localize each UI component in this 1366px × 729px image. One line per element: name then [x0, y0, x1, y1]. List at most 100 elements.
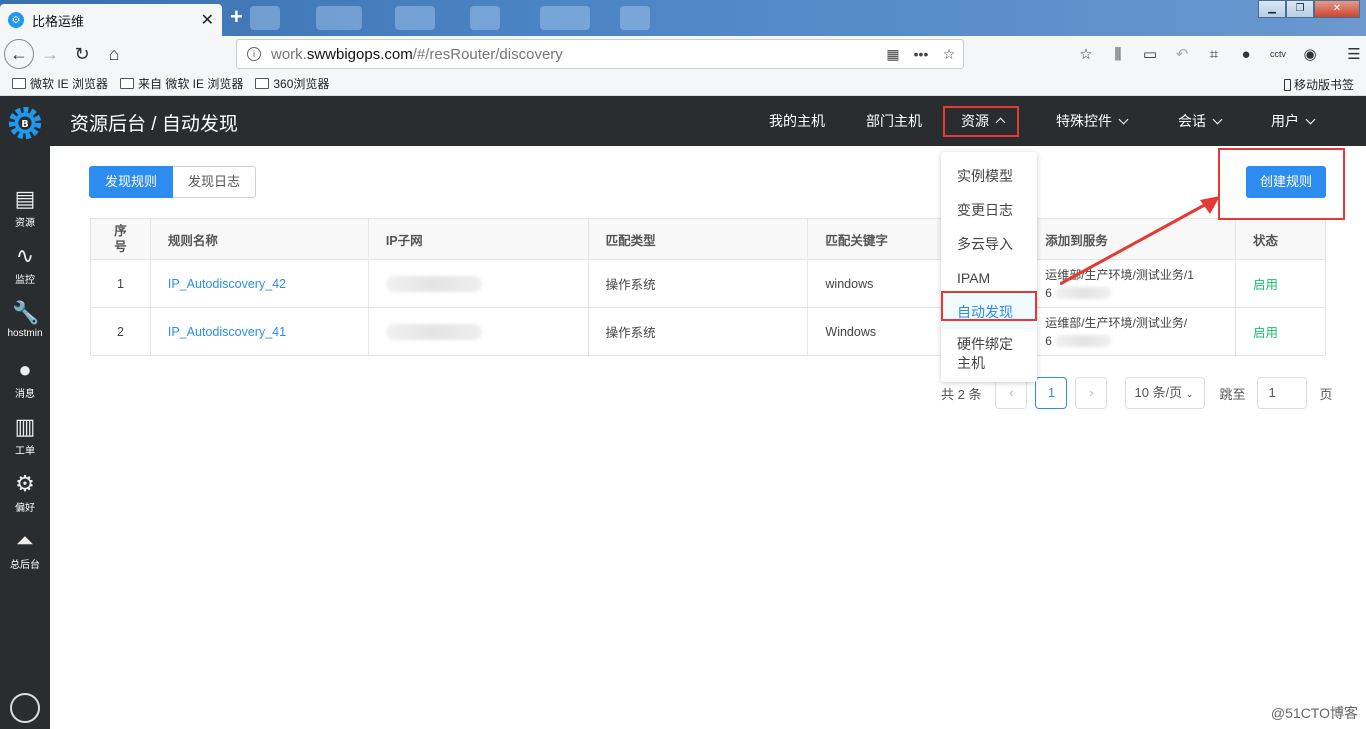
account-icon[interactable]: ◉: [1294, 45, 1326, 63]
cell-ip-subnet: [367, 307, 589, 356]
folder-icon: [255, 78, 270, 89]
tab-title: 比格运维: [32, 13, 85, 29]
next-page-button[interactable]: ›: [1075, 377, 1108, 409]
address-bar[interactable]: i work.swwbigops.com/#/resRouter/discove…: [236, 39, 964, 69]
rule-name-link[interactable]: IP_Autodiscovery_42: [168, 277, 286, 291]
gear-icon: ⚙: [8, 12, 24, 28]
forward-arrow-icon[interactable]: →: [34, 39, 66, 69]
cell-ip-subnet: [367, 259, 589, 308]
background-blur: [316, 6, 362, 30]
document-icon: ▤: [14, 186, 36, 211]
chat-icon[interactable]: ●: [1230, 46, 1262, 63]
page-size-select[interactable]: 10 条/页 ⌄: [1125, 377, 1206, 409]
app-header: 资源后台 / 自动发现 我的主机 部门主机 资源 特殊控件 会话 用户: [50, 96, 1366, 146]
new-tab-button[interactable]: +: [230, 6, 243, 28]
cell-rule-name: IP_Autodiscovery_42: [149, 259, 369, 308]
maximize-icon[interactable]: ❐: [1286, 0, 1314, 18]
bookmark-item[interactable]: 来自 微软 IE 浏览器: [120, 75, 243, 92]
sidebar-item-resources[interactable]: ▤ 资源: [0, 186, 50, 229]
chevron-down-icon: [1118, 114, 1129, 124]
close-window-icon[interactable]: ✕: [1314, 0, 1360, 18]
menu-item-change-log[interactable]: 变更日志: [941, 193, 1037, 227]
close-tab-icon[interactable]: ✕: [201, 10, 214, 30]
tab-discovery-log[interactable]: 发现日志: [173, 166, 257, 198]
nav-users[interactable]: 用户: [1271, 96, 1316, 146]
nav-sessions[interactable]: 会话: [1178, 96, 1223, 146]
menu-item-ipam[interactable]: IPAM: [941, 261, 1037, 295]
mobile-bookmarks[interactable]: 移动版书签: [1283, 76, 1354, 93]
sidebar-item-preferences[interactable]: ⚙ 偏好: [0, 471, 50, 514]
page-number-button[interactable]: 1: [1035, 377, 1068, 409]
total-count: 共 2 条: [941, 386, 982, 402]
star-icon[interactable]: ☆: [935, 46, 963, 63]
rule-name-link[interactable]: IP_Autodiscovery_41: [168, 325, 286, 339]
browser-tab-strip: ⚙ 比格运维 ✕ + ▁ ❐ ✕: [0, 0, 1366, 36]
background-blur: [470, 6, 500, 30]
reload-icon[interactable]: ↻: [66, 39, 98, 69]
tab-switcher: 发现规则 发现日志: [89, 166, 257, 198]
url-text[interactable]: work.swwbigops.com/#/resRouter/discovery: [271, 46, 879, 63]
page-unit-label: 页: [1319, 386, 1333, 402]
browser-right-tools: ☆ ⫼ ▭ ↶ ⌗ ● cctv ◉ ☰: [1070, 36, 1366, 72]
qr-code-icon[interactable]: ▦: [879, 46, 907, 63]
logo-gear-icon[interactable]: B: [6, 104, 44, 142]
more-dots-icon[interactable]: •••: [907, 46, 935, 62]
bookmark-item[interactable]: 微软 IE 浏览器: [12, 75, 108, 92]
nav-special-controls[interactable]: 特殊控件: [1056, 96, 1129, 146]
cell-status: 启用: [1235, 259, 1326, 308]
background-blur: [250, 6, 280, 30]
cell-service: 运维部/生产环境/测试业务/6: [1027, 307, 1237, 356]
info-icon[interactable]: i: [247, 47, 261, 61]
menu-item-instance-model[interactable]: 实例模型: [941, 159, 1037, 193]
jump-page-input[interactable]: 1: [1257, 377, 1308, 409]
sidebar-item-messages[interactable]: ● 消息: [0, 357, 50, 400]
browser-tab[interactable]: ⚙ 比格运维 ✕: [0, 4, 222, 36]
menu-item-hardware-binding[interactable]: 硬件绑定 主机: [941, 329, 1037, 377]
menu-item-multicloud-import[interactable]: 多云导入: [941, 227, 1037, 261]
column-header: 状态: [1235, 218, 1326, 260]
library-icon[interactable]: ⫼: [1102, 46, 1134, 63]
folder-icon: [12, 78, 26, 89]
cell-match-type: 操作系统: [587, 259, 809, 308]
bookmarks-bar: 微软 IE 浏览器 来自 微软 IE 浏览器 360浏览器 移动版书签: [0, 72, 1366, 96]
bookmark-item[interactable]: 360浏览器: [255, 75, 329, 92]
annotation-box: [943, 106, 1019, 137]
bookmark-star-icon[interactable]: ☆: [1070, 45, 1102, 63]
nav-my-hosts[interactable]: 我的主机: [769, 96, 825, 146]
cctv-icon[interactable]: cctv: [1262, 49, 1294, 59]
annotation-box: [941, 291, 1037, 321]
sidebar-item-admin[interactable]: ⏶ 总后台: [0, 528, 50, 571]
home-icon[interactable]: ⌂: [98, 39, 130, 69]
background-blur: [620, 6, 650, 30]
crop-icon[interactable]: ⌗: [1198, 46, 1230, 63]
annotation-arrow: [1060, 196, 1220, 286]
sidebar-item-hostmin[interactable]: 🔧 hostmin: [0, 300, 50, 339]
menu-icon[interactable]: ☰: [1338, 45, 1366, 63]
up-circle-icon: ⏶: [16, 528, 34, 553]
chat-bubble-icon: ●: [18, 357, 32, 382]
undo-icon[interactable]: ↶: [1166, 45, 1198, 63]
sidebar-item-tickets[interactable]: ▥ 工单: [0, 414, 50, 457]
cell-match-type: 操作系统: [587, 307, 809, 356]
avatar[interactable]: [10, 693, 40, 723]
nav-department-hosts[interactable]: 部门主机: [866, 96, 922, 146]
resources-dropdown-menu: 实例模型 变更日志 多云导入 IPAM 自动发现 硬件绑定 主机: [941, 152, 1037, 382]
tab-discovery-rules[interactable]: 发现规则: [89, 166, 174, 198]
chevron-down-icon: ⌄: [1185, 389, 1194, 399]
background-blur: [395, 6, 435, 30]
chevron-down-icon: [1212, 114, 1223, 124]
status-badge: 启用: [1253, 278, 1279, 292]
cell-number: 1: [90, 259, 151, 308]
sidebar-item-monitor[interactable]: ∿ 监控: [0, 243, 50, 286]
folder-icon: [120, 78, 135, 89]
cell-status: 启用: [1235, 307, 1326, 356]
column-header: 规则名称: [149, 218, 369, 260]
redacted-value: [1055, 335, 1112, 348]
sidebar-icon[interactable]: ▭: [1134, 45, 1166, 63]
table-row: 2 IP_Autodiscovery_41 操作系统 Windows 运维部/生…: [90, 307, 1326, 356]
minimize-icon[interactable]: ▁: [1258, 0, 1286, 18]
back-arrow-icon[interactable]: ←: [4, 39, 34, 69]
redacted-value: [385, 275, 482, 292]
column-header: IP子网: [367, 218, 589, 260]
column-header: 匹配类型: [587, 218, 809, 260]
